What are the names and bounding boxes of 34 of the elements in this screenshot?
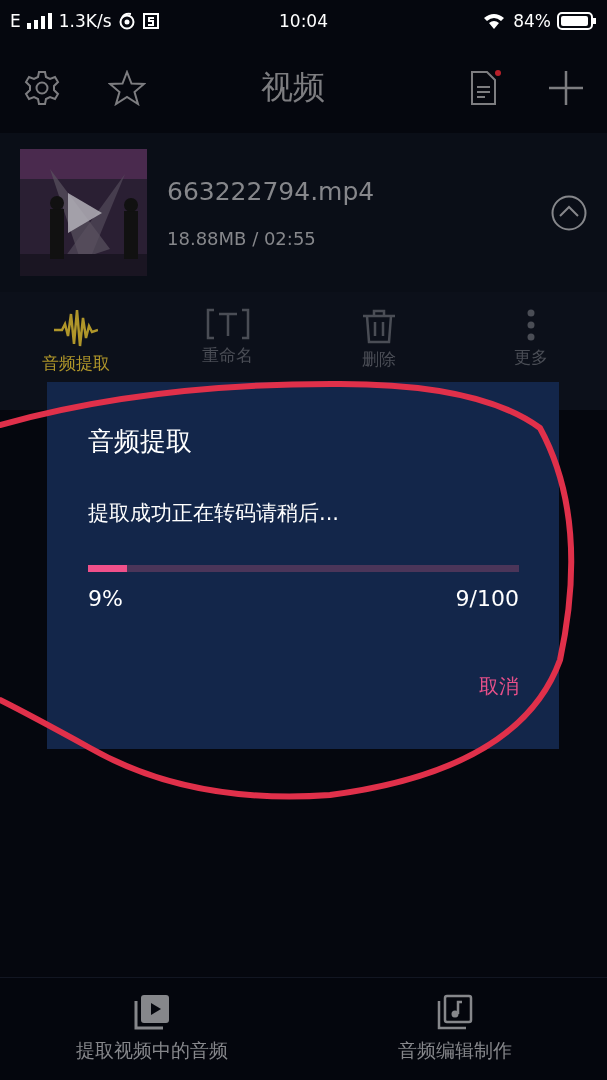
action-button[interactable]: 更多: [455, 292, 607, 388]
battery-percent: 84%: [513, 11, 551, 31]
file-meta: 18.88MB / 02:55: [167, 227, 317, 249]
add-icon[interactable]: [549, 70, 583, 105]
video-library-icon: [133, 994, 170, 1030]
more-icon: [526, 308, 537, 342]
bottom-tab[interactable]: 音频编辑制作: [303, 978, 607, 1080]
settings-icon[interactable]: [24, 69, 60, 106]
trash-icon: [361, 308, 398, 344]
document-icon[interactable]: [469, 69, 501, 106]
music-library-icon: [437, 994, 474, 1030]
action-button[interactable]: 音频提取: [0, 292, 152, 388]
chevron-up-icon[interactable]: [551, 194, 587, 231]
star-icon[interactable]: [108, 69, 146, 106]
action-button[interactable]: 重命名: [151, 292, 304, 388]
file-name: 663222794.mp4: [167, 176, 376, 206]
battery-icon: [557, 12, 597, 30]
dialog-message: 提取成功正在转码请稍后...: [88, 500, 340, 527]
network-type: E: [10, 11, 21, 31]
signal-icon: [26, 13, 53, 29]
action-button[interactable]: 删除: [303, 292, 456, 388]
text-bracket-icon: [205, 308, 250, 340]
dialog-title: 音频提取: [88, 425, 192, 458]
progress-percent: 9%: [88, 586, 123, 611]
waveform-icon: [53, 308, 98, 348]
play-icon[interactable]: [68, 193, 102, 233]
cancel-button[interactable]: 取消: [473, 669, 519, 704]
bottom-tab[interactable]: 提取视频中的音频: [0, 978, 304, 1080]
network-speed: 1.3K/s: [58, 11, 112, 31]
progress-count: 9/100: [455, 586, 519, 611]
clock-time: 10:04: [279, 11, 328, 31]
swirl-icon: [117, 12, 136, 30]
page-title: 视频: [259, 66, 326, 108]
screenshot-icon: [141, 12, 160, 30]
